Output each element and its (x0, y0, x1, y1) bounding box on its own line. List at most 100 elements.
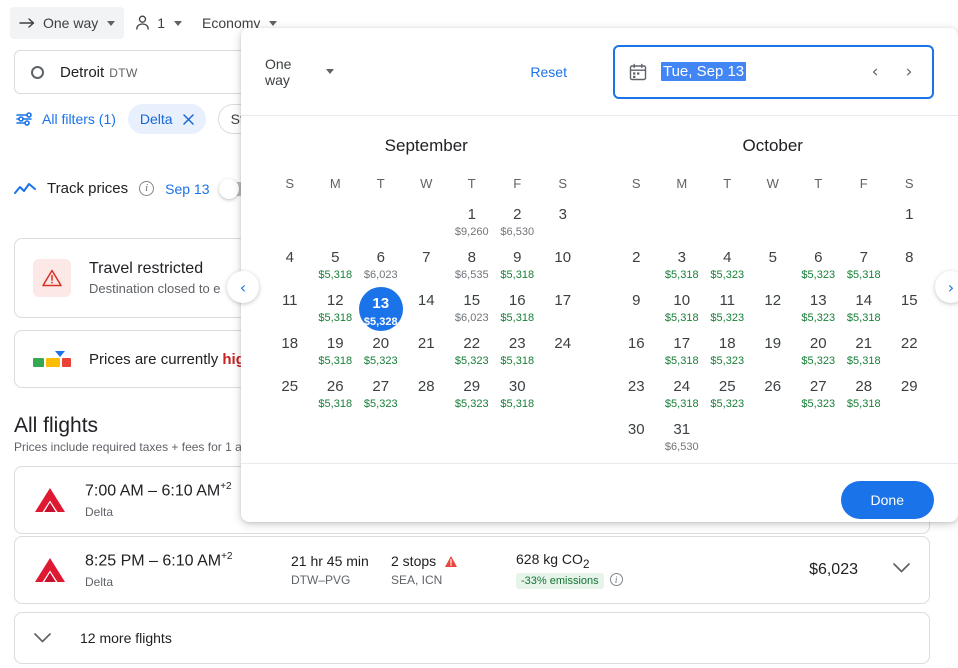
calendar-day[interactable]: 27 $5,323 (358, 377, 404, 420)
calendar-day-price: $5,323 (801, 269, 836, 281)
date-picker-trip-type[interactable]: One way (265, 56, 335, 88)
calendar-day[interactable]: 6 $6,023 (358, 248, 404, 291)
calendar-day[interactable]: 31 $6,530 (659, 420, 705, 463)
calendar-day[interactable]: 2 (614, 248, 660, 291)
calendar-day[interactable]: 3 (540, 205, 586, 248)
calendar-day[interactable]: 26 $5,318 (313, 377, 359, 420)
calendar-day-number: 11 (719, 292, 736, 309)
table-row[interactable]: 8:25 PM – 6:10 AM+2 Delta 21 hr 45 min D… (14, 536, 930, 604)
calendar-day[interactable]: 15 $6,023 (449, 291, 495, 334)
calendar-day[interactable]: 13 $5,323 (796, 291, 842, 334)
departure-date-input[interactable]: Tue, Sep 13 ‹ › (612, 44, 934, 99)
calendar-day[interactable]: 14 (404, 291, 450, 334)
calendar-day[interactable]: 24 $5,318 (659, 377, 705, 420)
all-filters-button[interactable]: All filters (1) (16, 111, 116, 127)
calendar-day[interactable]: 8 (887, 248, 933, 291)
calendar-day-price: $5,318 (664, 398, 699, 410)
calendar-day[interactable]: 7 $5,318 (841, 248, 887, 291)
passengers-selector[interactable]: 1 (126, 7, 191, 39)
calendar-day-number: 1 (905, 206, 914, 223)
filters-row: All filters (1) Delta St (16, 104, 257, 134)
calendar-day-price: $5,318 (318, 312, 353, 324)
chevron-right-icon[interactable]: › (900, 62, 918, 82)
calendar-day[interactable]: 8 $6,535 (449, 248, 495, 291)
weekday-initial: F (859, 176, 868, 191)
calendar-day[interactable]: 9 (614, 291, 660, 334)
calendar-day[interactable]: 28 $5,318 (841, 377, 887, 420)
carousel-prev-button[interactable]: ‹ (227, 271, 259, 303)
calendar-day[interactable]: 23 (614, 377, 660, 420)
calendar-day[interactable]: 4 (267, 248, 313, 291)
calendar-day[interactable]: 18 (267, 334, 313, 377)
calendar-day[interactable]: 5 $5,318 (313, 248, 359, 291)
calendar-day-number: 24 (554, 335, 572, 352)
calendar-day[interactable]: 21 (404, 334, 450, 377)
calendar-day[interactable]: 2 $6,530 (495, 205, 541, 248)
close-icon[interactable] (182, 113, 194, 125)
calendar-day[interactable]: 25 (267, 377, 313, 420)
flight-carrier: Delta (85, 574, 114, 589)
calendar-day[interactable]: 30 (614, 420, 660, 463)
calendar-day[interactable]: 14 $5,318 (841, 291, 887, 334)
calendar-week-row: 9 10 $5,318 11 $5,323 12 13 $5,323 14 $5,318 15 (614, 291, 933, 334)
calendar-day[interactable]: 4 $5,323 (705, 248, 751, 291)
calendar-day[interactable]: 22 (887, 334, 933, 377)
chevron-left-icon[interactable]: ‹ (866, 62, 884, 82)
calendar-day[interactable]: 12 (750, 291, 796, 334)
calendar-day[interactable]: 11 (267, 291, 313, 334)
calendar-day[interactable]: 19 $5,318 (313, 334, 359, 377)
info-icon[interactable]: i (139, 181, 155, 196)
page-title: All flights (14, 414, 99, 437)
calendar-day[interactable]: 18 $5,323 (705, 334, 751, 377)
calendar-day[interactable]: 22 $5,323 (449, 334, 495, 377)
calendar-day[interactable]: 30 $5,318 (495, 377, 541, 420)
calendar-day-empty (705, 420, 751, 463)
calendar-day[interactable]: 1 (887, 205, 933, 248)
calendar-day[interactable]: 25 $5,323 (705, 377, 751, 420)
calendar-day-empty (267, 205, 313, 248)
calendar-day[interactable]: 12 $5,318 (313, 291, 359, 334)
calendar-day-empty (659, 205, 705, 248)
calendar-day[interactable]: 29 (887, 377, 933, 420)
calendar-day[interactable]: 19 (750, 334, 796, 377)
calendar-day[interactable]: 17 $5,318 (659, 334, 705, 377)
calendar-day[interactable]: 20 $5,323 (796, 334, 842, 377)
calendar-day[interactable]: 28 (404, 377, 450, 420)
calendar-day-number: 20 (809, 335, 827, 352)
calendar-day[interactable]: 26 (750, 377, 796, 420)
calendar-day-selected[interactable]: 13 $5,328 (358, 287, 404, 334)
calendar-day[interactable]: 20 $5,323 (358, 334, 404, 377)
calendar-day[interactable]: 9 $5,318 (495, 248, 541, 291)
done-button[interactable]: Done (840, 480, 934, 519)
calendar-day[interactable]: 11 $5,323 (705, 291, 751, 334)
calendar-day-price: $5,323 (710, 355, 745, 367)
calendar-day-number: 12 (764, 292, 782, 309)
calendar-day[interactable]: 29 $5,323 (449, 377, 495, 420)
calendar-day-price: $5,323 (801, 312, 836, 324)
calendar-day[interactable]: 15 (887, 291, 933, 334)
filter-chip-airline[interactable]: Delta (127, 104, 206, 134)
calendar-day[interactable]: 16 (614, 334, 660, 377)
weekday-header-row: SMTWTFS (267, 176, 586, 205)
calendar-day[interactable]: 23 $5,318 (495, 334, 541, 377)
chevron-down-icon[interactable] (892, 561, 911, 579)
info-icon[interactable]: i (609, 573, 623, 587)
calendar-day-number: 23 (508, 335, 526, 352)
calendar-day[interactable]: 10 (540, 248, 586, 291)
reset-button[interactable]: Reset (530, 64, 567, 80)
calendar-day[interactable]: 3 $5,318 (659, 248, 705, 291)
prices-text-before: Prices are currently (89, 350, 223, 368)
calendar-day[interactable]: 17 (540, 291, 586, 334)
calendar-day[interactable]: 1 $9,260 (449, 205, 495, 248)
calendar-day[interactable]: 27 $5,323 (796, 377, 842, 420)
calendar-day[interactable]: 21 $5,318 (841, 334, 887, 377)
calendar-day[interactable]: 6 $5,323 (796, 248, 842, 291)
calendar-day[interactable]: 24 (540, 334, 586, 377)
trip-type-selector[interactable]: One way (10, 7, 125, 39)
calendar-day[interactable]: 16 $5,318 (495, 291, 541, 334)
calendar-day-price: $5,323 (454, 355, 489, 367)
calendar-day[interactable]: 5 (750, 248, 796, 291)
calendar-day[interactable]: 7 (404, 248, 450, 291)
calendar-day[interactable]: 10 $5,318 (659, 291, 705, 334)
more-flights-button[interactable]: 12 more flights (14, 612, 930, 664)
